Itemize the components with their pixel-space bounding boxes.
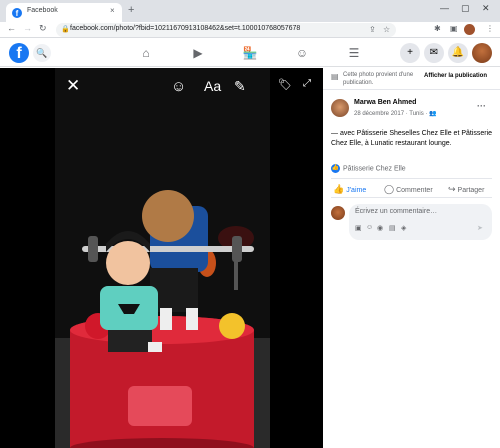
- sticker-picker-icon[interactable]: ◈: [401, 224, 406, 232]
- maximize-button[interactable]: ▢: [461, 3, 470, 14]
- text-tool-icon[interactable]: Aa: [204, 78, 221, 94]
- reload-icon[interactable]: ↻: [39, 23, 47, 34]
- commenter-avatar[interactable]: [331, 206, 345, 220]
- lock-icon[interactable]: 🔒: [61, 25, 70, 33]
- share-arrow-icon: ↪: [448, 184, 456, 194]
- tab-title: Facebook: [27, 7, 58, 14]
- new-tab-button[interactable]: +: [128, 4, 134, 16]
- messenger-icon[interactable]: ✉: [424, 43, 444, 63]
- search-icon[interactable]: 🔍: [33, 44, 51, 62]
- back-icon[interactable]: ←: [7, 23, 16, 33]
- facebook-logo[interactable]: f: [9, 43, 29, 63]
- tag-icon[interactable]: 🏷: [278, 78, 292, 91]
- account-avatar[interactable]: [472, 43, 492, 63]
- extensions-icon[interactable]: ✱: [434, 24, 441, 33]
- comment-input[interactable]: Écrivez un commentaire… ▣ ☺ ◉ ▤ ◈ ➤: [349, 204, 492, 240]
- avatar-sticker-icon[interactable]: ▣: [355, 224, 362, 232]
- thumbs-up-icon: 👍: [333, 184, 345, 194]
- forward-icon[interactable]: →: [23, 23, 32, 33]
- browser-tab[interactable]: f Facebook ×: [6, 3, 122, 22]
- home-icon[interactable]: ⌂: [138, 45, 154, 61]
- sticker-icon[interactable]: ☺: [171, 78, 186, 95]
- like-label: J'aime: [346, 187, 367, 194]
- share-icon[interactable]: ⇪: [369, 25, 376, 34]
- share-button[interactable]: ↪ Partager: [448, 184, 484, 195]
- divider: [331, 197, 492, 198]
- post-caption: — avec Pâtisserie Sheselles Chez Elle et…: [331, 130, 493, 147]
- side-panel-icon[interactable]: ▣: [450, 24, 458, 33]
- comment-label: Commenter: [396, 187, 433, 194]
- post-icon: ▤: [331, 72, 339, 81]
- notice-text: Cette photo provient d'une publication.: [343, 72, 414, 86]
- show-post-button[interactable]: Afficher la publication: [424, 73, 487, 79]
- comment-placeholder: Écrivez un commentaire…: [355, 208, 438, 215]
- facebook-header: f 🔍 ⌂ ▶ 🏪 ☺ ☰ + ✉ 🔔: [0, 39, 500, 67]
- photo-image[interactable]: [0, 68, 323, 448]
- browser-toolbar: ← → ↻ 🔒 facebook.com/photo/?fbid=1021167…: [0, 22, 500, 38]
- comment-button[interactable]: ◯ Commenter: [384, 184, 433, 195]
- browser-tab-strip: f Facebook × + — ▢ ✕: [0, 0, 500, 22]
- expand-icon[interactable]: ⤢: [303, 78, 311, 89]
- like-reaction-icon: 👍: [331, 164, 340, 173]
- friends-audience-icon: 👥: [429, 111, 437, 117]
- tab-close-icon[interactable]: ×: [110, 6, 115, 15]
- camera-icon[interactable]: ◉: [377, 224, 383, 232]
- emoji-icon[interactable]: ☺: [366, 224, 373, 231]
- minimize-button[interactable]: —: [440, 3, 449, 13]
- doodle-icon[interactable]: ✎: [234, 78, 246, 95]
- like-button[interactable]: 👍 J'aime: [333, 184, 366, 195]
- send-icon[interactable]: ➤: [477, 224, 483, 232]
- bookmark-star-icon[interactable]: ☆: [383, 25, 390, 34]
- author-avatar[interactable]: [331, 99, 349, 117]
- divider: [331, 178, 492, 179]
- post-date-text: 28 décembre 2017 · Tunis ·: [354, 111, 430, 117]
- close-viewer-icon[interactable]: ✕: [66, 76, 80, 96]
- menu-icon[interactable]: ☰: [346, 45, 362, 61]
- author-name[interactable]: Marwa Ben Ahmed: [354, 99, 416, 106]
- groups-icon[interactable]: ☺: [294, 45, 310, 61]
- gif-icon[interactable]: ▤: [389, 224, 396, 232]
- close-window-button[interactable]: ✕: [482, 3, 490, 14]
- post-details-panel: ▤ Cette photo provient d'une publication…: [323, 68, 500, 448]
- url-text: facebook.com/photo/?fbid=102116709131084…: [70, 25, 301, 32]
- share-label: Partager: [457, 187, 485, 194]
- comment-icon: ◯: [384, 184, 395, 194]
- profile-avatar[interactable]: [464, 24, 475, 35]
- watch-icon[interactable]: ▶: [190, 45, 206, 61]
- notifications-bell-icon[interactable]: 🔔: [448, 43, 468, 63]
- marketplace-icon[interactable]: 🏪: [242, 45, 258, 61]
- create-icon[interactable]: +: [400, 43, 420, 63]
- reaction-name: Pâtisserie Chez Elle: [343, 165, 406, 173]
- more-options-icon[interactable]: ···: [477, 101, 486, 111]
- address-bar[interactable]: 🔒 facebook.com/photo/?fbid=1021167091310…: [56, 23, 396, 37]
- facebook-favicon-icon: f: [12, 8, 22, 18]
- post-notice: ▤ Cette photo provient d'une publication…: [323, 68, 500, 90]
- post-date[interactable]: 28 décembre 2017 · Tunis · 👥: [354, 110, 437, 117]
- photo-viewer: ✕ ☺ Aa ✎ 🏷 ⤢: [0, 68, 323, 448]
- reactions-summary[interactable]: 👍 Pâtisserie Chez Elle: [331, 164, 406, 173]
- menu-dots-icon[interactable]: ⋮: [486, 24, 494, 33]
